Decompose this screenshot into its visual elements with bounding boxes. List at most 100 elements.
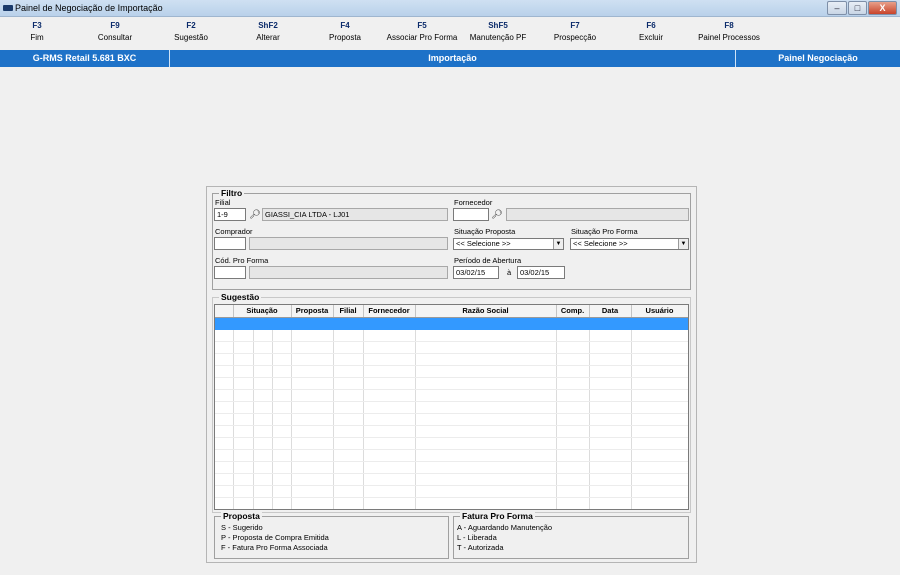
table-cell (253, 401, 273, 414)
table-row[interactable] (215, 389, 688, 402)
system-version: G-RMS Retail 5.681 BXC (0, 50, 170, 67)
fkey-proposta[interactable]: F4 Proposta (326, 21, 364, 42)
table-row[interactable] (215, 365, 688, 378)
table-cell (556, 485, 590, 498)
table-cell (589, 353, 632, 366)
table-cell (233, 437, 254, 450)
table-cell (272, 413, 292, 426)
column-header-data[interactable]: Data (589, 305, 632, 318)
table-header-row: Situação Proposta Filial Fornecedor Razã… (215, 305, 688, 318)
table-cell (333, 329, 364, 342)
table-cell (215, 425, 234, 438)
table-row[interactable] (215, 341, 688, 354)
fkey-label: Alterar (256, 33, 280, 42)
table-cell (589, 329, 632, 342)
suggestion-table: Situação Proposta Filial Fornecedor Razã… (215, 305, 688, 509)
fkey-painel-processos[interactable]: F8 Painel Processos (696, 21, 762, 42)
table-cell (556, 365, 590, 378)
table-cell (415, 353, 557, 366)
table-cell (291, 449, 334, 462)
table-row[interactable] (215, 377, 688, 390)
table-cell (415, 461, 557, 474)
table-cell (291, 317, 334, 330)
situacao-proposta-select[interactable]: << Selecione >> ▼ (453, 238, 564, 250)
fkey-alterar[interactable]: ShF2 Alterar (250, 21, 286, 42)
column-header-usuario[interactable]: Usuário (631, 305, 688, 318)
fkey-manutencao-pf[interactable]: ShF5 Manutenção PF (468, 21, 528, 42)
cod-pro-forma-label: Cód. Pro Forma (215, 256, 269, 265)
filial-search-icon[interactable]: 🔎︎ (249, 209, 261, 220)
column-header-razao-social[interactable]: Razão Social (415, 305, 557, 318)
table-cell (415, 389, 557, 402)
table-row[interactable] (215, 485, 688, 498)
table-cell (363, 317, 416, 330)
table-cell (253, 353, 273, 366)
minimize-button[interactable]: – (827, 1, 847, 15)
column-header-filial[interactable]: Filial (333, 305, 364, 318)
table-row[interactable] (215, 497, 688, 509)
table-cell (333, 497, 364, 509)
table-cell (415, 377, 557, 390)
table-cell (272, 437, 292, 450)
table-cell (631, 389, 688, 402)
fkey-consultar[interactable]: F9 Consultar (92, 21, 138, 42)
fatura-legend-group: Fatura Pro Forma A - Aguardando Manutenç… (453, 511, 689, 559)
table-cell (233, 341, 254, 354)
table-cell (272, 485, 292, 498)
situacao-proposta-label: Situação Proposta (454, 227, 516, 236)
periodo-start-input[interactable]: 03/02/15 (453, 266, 499, 279)
table-cell (589, 437, 632, 450)
table-cell (272, 461, 292, 474)
table-cell (215, 449, 234, 462)
table-cell (631, 485, 688, 498)
periodo-end-input[interactable]: 03/02/15 (517, 266, 565, 279)
table-row[interactable] (215, 401, 688, 414)
maximize-button[interactable]: □ (848, 1, 867, 15)
fkey-excluir[interactable]: F6 Excluir (636, 21, 666, 42)
situacao-pro-forma-select[interactable]: << Selecione >> ▼ (570, 238, 689, 250)
table-row[interactable] (215, 473, 688, 486)
fkey-sugestao[interactable]: F2 Sugestão (171, 21, 211, 42)
table-row[interactable] (215, 317, 688, 330)
table-cell (631, 497, 688, 509)
table-cell (363, 437, 416, 450)
table-cell (556, 377, 590, 390)
column-header-fornecedor[interactable]: Fornecedor (363, 305, 416, 318)
table-cell (253, 329, 273, 342)
fornecedor-search-icon[interactable]: 🔎︎ (491, 209, 503, 220)
column-header-situacao[interactable]: Situação (233, 305, 292, 318)
table-cell (291, 497, 334, 509)
table-row[interactable] (215, 449, 688, 462)
table-cell (291, 377, 334, 390)
fkey-code: F2 (186, 21, 196, 30)
comprador-code-input[interactable] (214, 237, 246, 250)
fkey-code: F8 (724, 21, 734, 30)
close-button[interactable]: X (868, 1, 897, 15)
table-cell (556, 317, 590, 330)
table-row[interactable] (215, 353, 688, 366)
table-cell (272, 377, 292, 390)
table-cell (253, 449, 273, 462)
fornecedor-code-input[interactable] (453, 208, 489, 221)
table-row[interactable] (215, 461, 688, 474)
column-header-proposta[interactable]: Proposta (291, 305, 334, 318)
suggestion-grid[interactable]: Situação Proposta Filial Fornecedor Razã… (214, 304, 689, 510)
fkey-associar-pro-forma[interactable]: F5 Associar Pro Forma (385, 21, 459, 42)
table-cell (415, 497, 557, 509)
column-header-comp[interactable]: Comp. (556, 305, 590, 318)
table-cell (233, 317, 254, 330)
table-cell (215, 353, 234, 366)
table-cell (233, 425, 254, 438)
table-row[interactable] (215, 425, 688, 438)
table-cell (589, 497, 632, 509)
legend-item: P - Proposta de Compra Emitida (221, 533, 329, 542)
table-cell (233, 449, 254, 462)
fkey-prospeccao[interactable]: F7 Prospecção (552, 21, 598, 42)
filial-code-input[interactable]: 1-9 (214, 208, 246, 221)
table-row[interactable] (215, 437, 688, 450)
table-cell (272, 341, 292, 354)
table-row[interactable] (215, 413, 688, 426)
cod-pro-forma-input[interactable] (214, 266, 246, 279)
table-row[interactable] (215, 329, 688, 342)
fkey-fim[interactable]: F3 Fim (22, 21, 52, 42)
